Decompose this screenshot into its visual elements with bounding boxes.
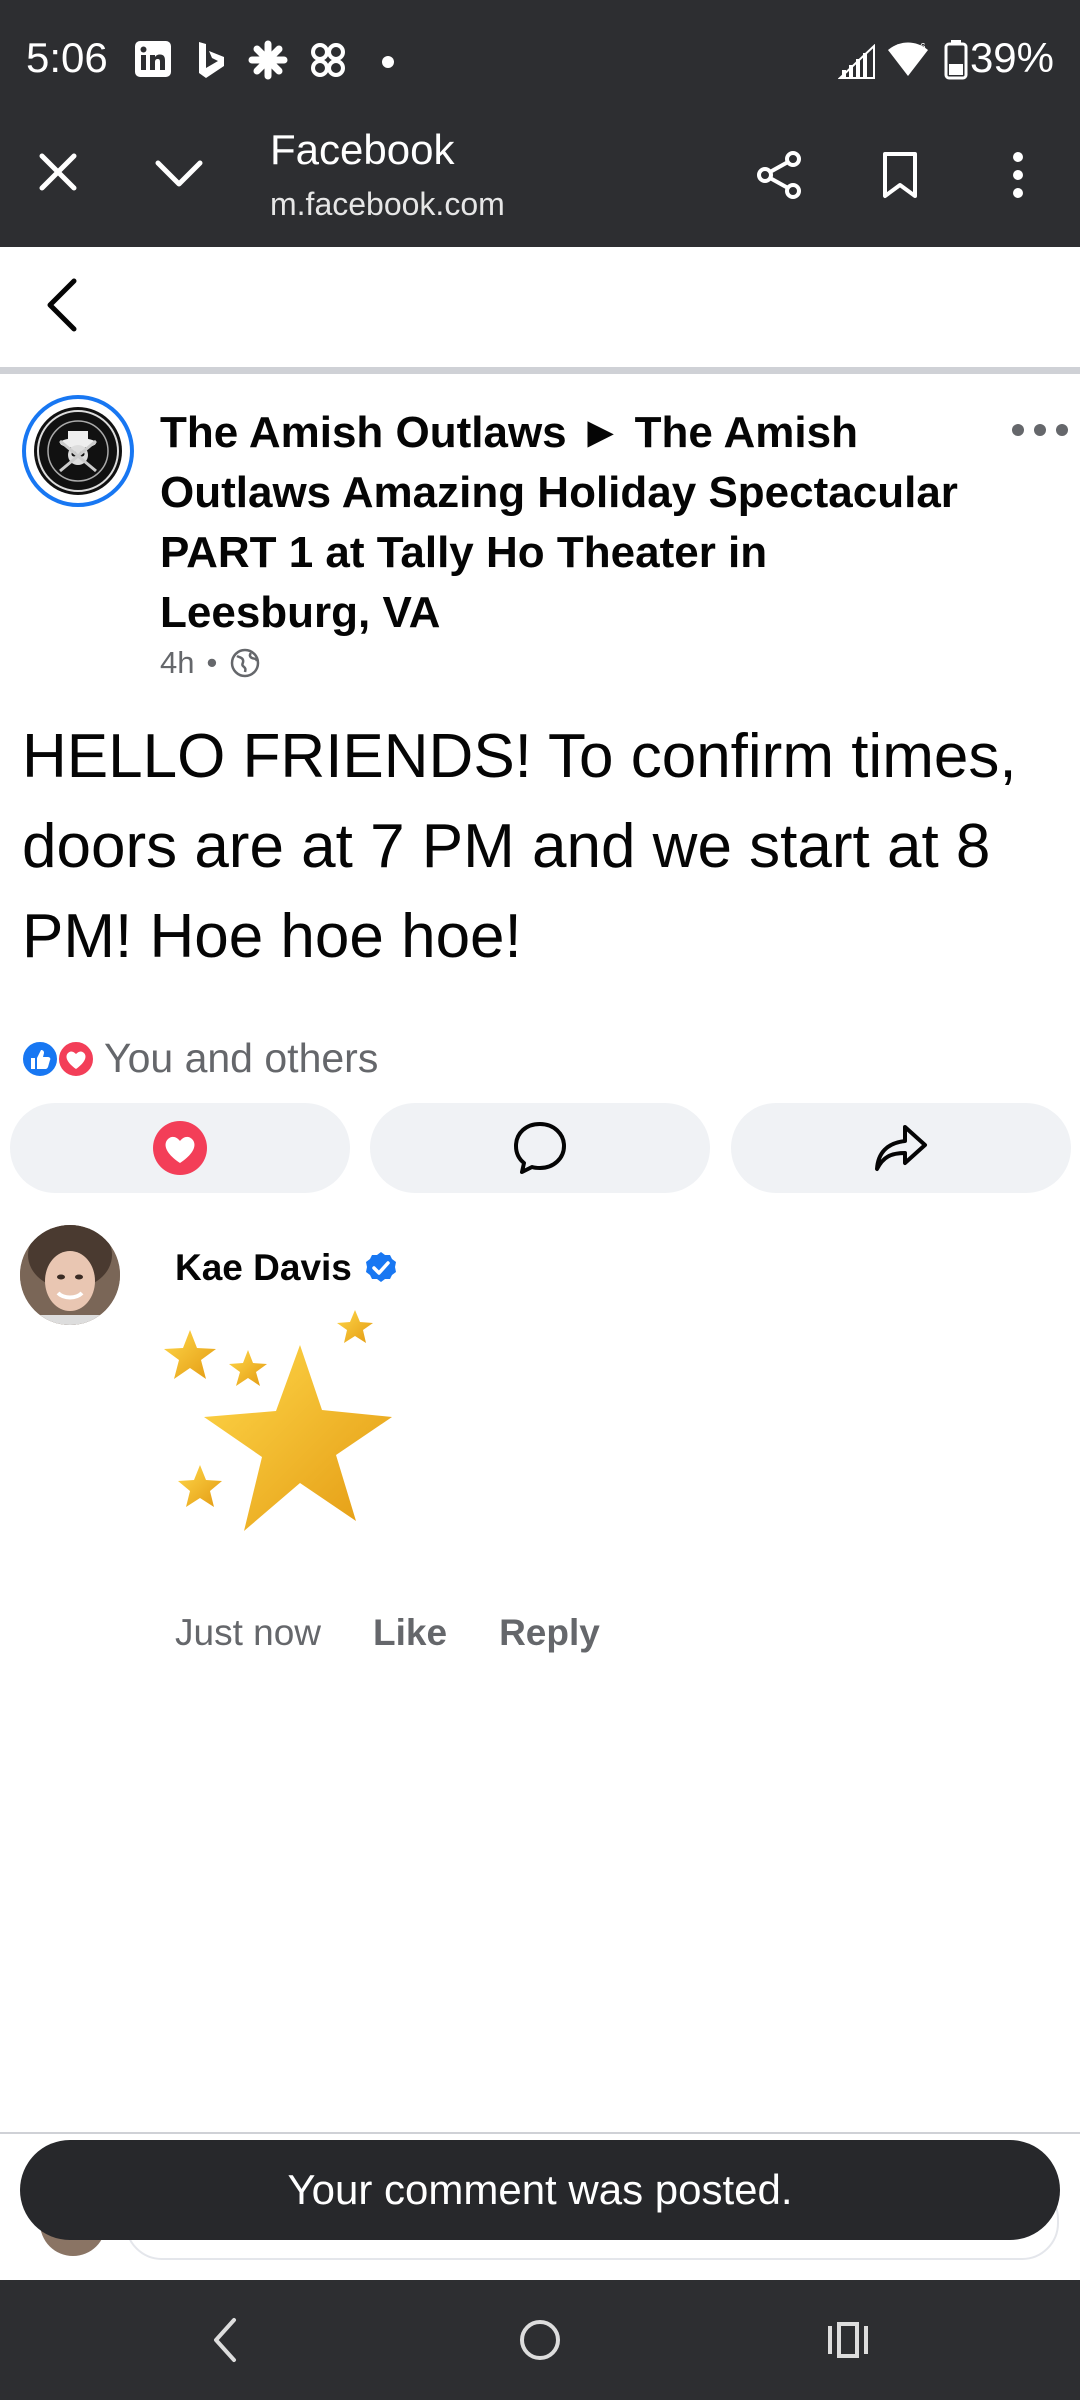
svg-text:6: 6 [920,42,926,53]
like-reaction-icon [21,1039,59,1078]
comment-reply-button[interactable]: Reply [499,1612,600,1654]
post-header-title[interactable]: The Amish Outlaws ► The Amish Outlaws Am… [160,403,980,643]
browser-top-bar: 5:06 6 39% Facebook m.facebook.com [0,0,1080,247]
battery-icon [944,40,968,85]
nav-back-icon [214,2318,236,2362]
nav-home-icon [520,2320,560,2360]
post-text: HELLO FRIENDS! To confirm times, doors a… [22,722,1017,971]
amish-outlaws-logo [34,407,122,495]
post-meta: 4h • [160,645,261,681]
bookmark-icon [883,152,917,198]
back-button[interactable] [44,275,80,340]
close-tab-button[interactable] [36,150,80,199]
comment-icon [514,1122,566,1174]
minimize-tab-button[interactable] [154,158,204,193]
comment-time: Just now [175,1612,322,1653]
share-arrow-icon [875,1125,927,1171]
signal-icon [837,43,876,85]
post-time[interactable]: 4h [160,645,194,681]
commenter-name-row: Kae Davis [175,1247,398,1289]
post-more-button[interactable] [1010,420,1070,440]
bookmark-button[interactable] [880,150,920,205]
page-navigation-bar [0,247,1080,374]
nav-back-button[interactable] [210,2316,240,2369]
love-icon [153,1121,207,1175]
share-post-button[interactable] [731,1103,1071,1193]
comment-button[interactable] [370,1103,710,1193]
dot-icon [382,55,394,73]
wifi-icon: 6 [886,40,930,83]
slack-icon [248,40,288,85]
tab-url[interactable]: m.facebook.com [270,186,505,223]
more-horizontal-icon [1012,424,1068,436]
meta-separator: • [206,645,218,680]
comment-like-button[interactable]: Like [373,1612,447,1654]
status-time: 5:06 [26,34,108,81]
tab-title: Facebook [270,126,455,173]
stars-sticker[interactable] [160,1305,420,1575]
kebab-menu-icon [1013,152,1023,198]
toast-message: Your comment was posted. [287,2166,793,2213]
globe-icon [231,648,260,678]
share-button[interactable] [754,150,804,205]
battery-percentage: 39% [969,34,1054,81]
toast-notification: Your comment was posted. [20,2140,1060,2240]
share-icon [757,151,801,199]
chevron-down-icon [155,160,203,187]
nav-recents-icon [828,2322,868,2358]
nav-home-button[interactable] [518,2318,562,2367]
bing-icon [196,40,226,85]
system-navigation-bar [0,2280,1080,2400]
page-avatar[interactable] [22,395,134,507]
commenter-name[interactable]: Kae Davis [175,1247,352,1289]
reactions-text: You and others [104,1035,379,1081]
stars-sticker-image [164,1310,392,1531]
close-icon [39,153,77,191]
nav-recents-button[interactable] [826,2320,870,2365]
more-options-button[interactable] [1008,150,1028,205]
commenter-avatar[interactable] [20,1225,120,1325]
pinwheel-icon [308,40,348,85]
reactions-summary[interactable]: You and others [20,1035,378,1082]
verified-badge-icon [365,1252,396,1282]
chevron-left-icon [47,278,77,332]
love-button[interactable] [10,1103,350,1193]
linkedin-icon [134,40,172,83]
profile-photo [20,1225,120,1325]
comment-actions: Just now Like Reply [175,1612,600,1654]
love-reaction-icon [57,1039,95,1078]
